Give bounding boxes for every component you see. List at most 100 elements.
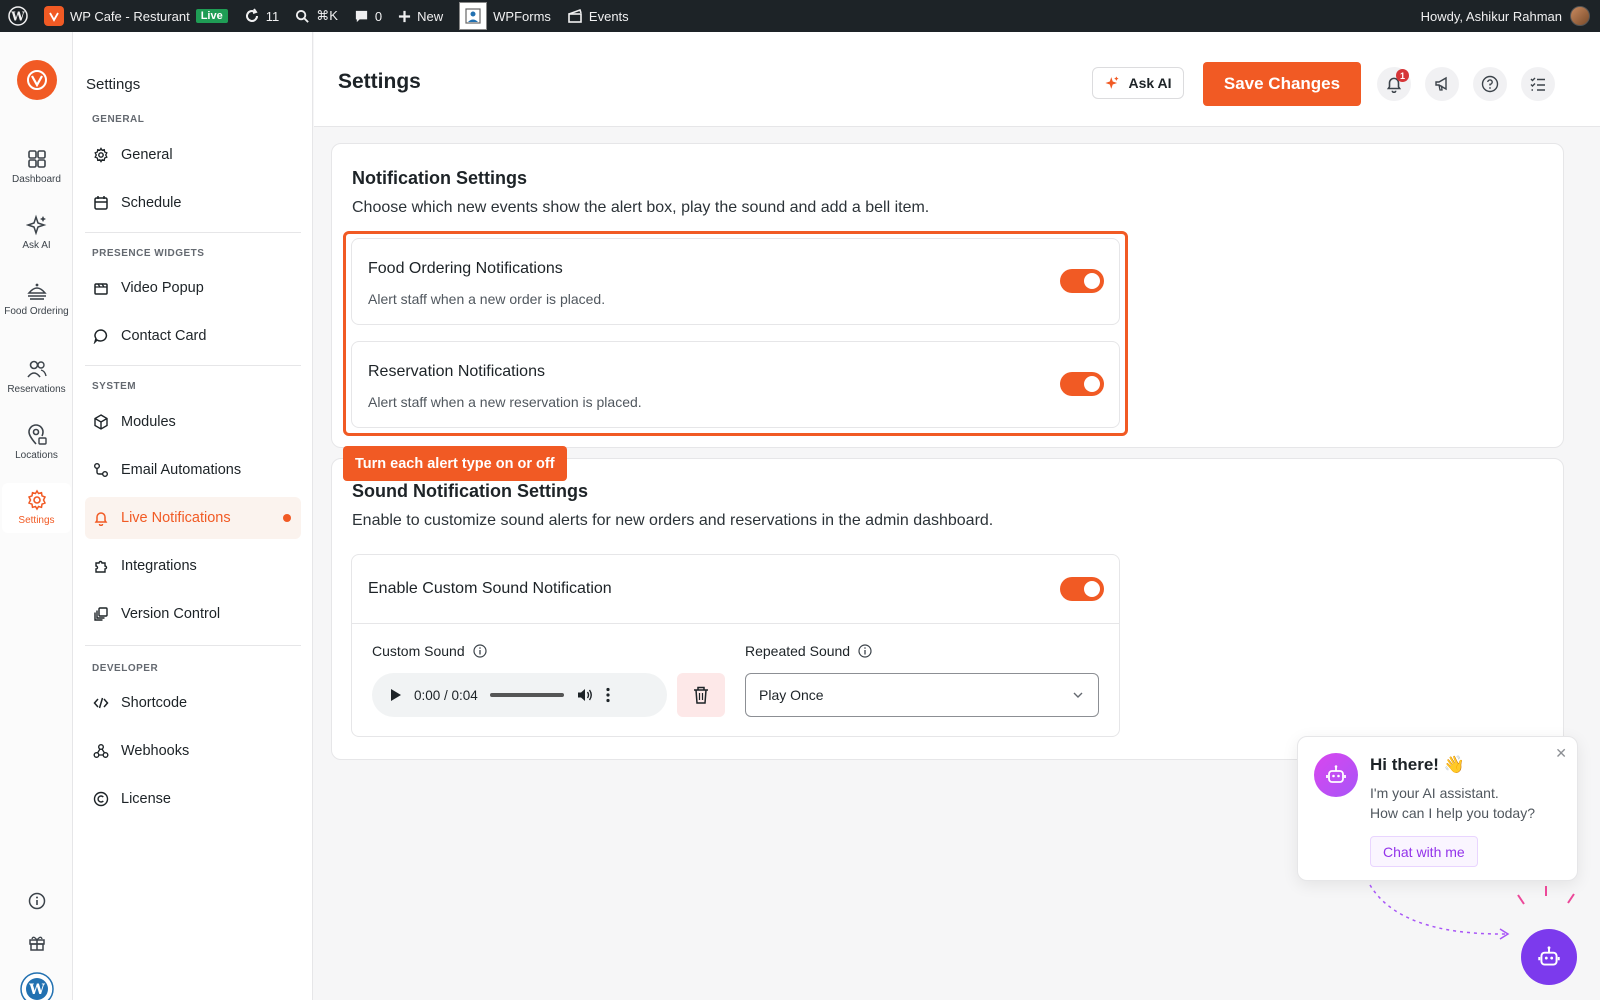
menu-item-shortcode[interactable]: Shortcode [85, 682, 301, 724]
layers-icon [94, 607, 108, 621]
audio-player: 0:00 / 0:04 [372, 673, 667, 717]
menu-item-email-automations[interactable]: Email Automations [85, 449, 301, 491]
ask-ai-button[interactable]: Ask AI [1092, 67, 1184, 99]
menu-item-license[interactable]: License [85, 778, 301, 820]
repeated-sound-select[interactable]: Play Once [745, 673, 1099, 717]
wpforms-link[interactable]: WPForms [451, 0, 559, 32]
save-changes-button[interactable]: Save Changes [1203, 62, 1361, 106]
help-button[interactable] [1473, 67, 1507, 101]
menu-group-general: GENERAL [92, 114, 145, 125]
search-link[interactable]: ⌘K [287, 0, 346, 32]
audio-progress-track[interactable] [489, 693, 564, 697]
megaphone-icon [1435, 76, 1447, 91]
play-icon[interactable] [390, 688, 402, 702]
repeated-sound-value: Play Once [759, 687, 824, 703]
account-menu[interactable]: Howdy, Ashikur Rahman [1421, 6, 1600, 26]
sparkle-icon [25, 214, 46, 236]
wpforms-label: WPForms [493, 8, 551, 24]
chat-with-me-button[interactable]: Chat with me [1370, 836, 1478, 867]
rail-item-ask-ai[interactable]: Ask AI [2, 208, 71, 258]
page-header: Settings Ask AI Save Changes 1 [314, 32, 1600, 127]
food-icon [26, 283, 47, 300]
checklist-icon [1530, 77, 1545, 91]
reservation-notifications-row: Reservation Notifications Alert staff wh… [351, 341, 1120, 428]
notification-settings-title: Notification Settings [352, 168, 527, 188]
menu-label-webhooks: Webhooks [121, 743, 190, 759]
menu-item-live-notifications[interactable]: Live Notifications [85, 497, 301, 539]
cube-icon [94, 414, 108, 430]
ai-chat-popup: Hi there! 👋 I'm your AI assistant. How c… [1297, 736, 1578, 881]
search-icon [296, 9, 310, 23]
rail-item-food-ordering[interactable]: Food Ordering [2, 274, 71, 324]
food-ordering-toggle[interactable] [1060, 269, 1104, 293]
automation-icon [94, 463, 108, 477]
wpforms-icon [459, 2, 488, 30]
chat-launcher-button[interactable] [1521, 929, 1577, 985]
wpcafe-logo-icon[interactable] [17, 60, 57, 100]
menu-label-general: General [121, 147, 173, 163]
menu-item-video-popup[interactable]: Video Popup [85, 267, 301, 309]
wordpress-logo-icon[interactable]: W [0, 0, 36, 32]
more-options-icon[interactable] [606, 687, 610, 703]
location-icon [27, 424, 47, 445]
refresh-icon [245, 8, 258, 22]
menu-item-integrations[interactable]: Integrations [85, 545, 301, 587]
enable-custom-sound-toggle[interactable] [1060, 577, 1104, 601]
chevron-down-icon [1073, 692, 1083, 698]
rail-item-dashboard[interactable]: Dashboard [2, 142, 71, 192]
puzzle-icon [95, 560, 108, 573]
custom-sound-label: Custom Sound [372, 643, 465, 659]
menu-item-general[interactable]: General [85, 134, 301, 176]
chat-title: Hi there! 👋 [1370, 755, 1465, 774]
announcements-button[interactable] [1425, 67, 1459, 101]
gift-icon[interactable] [26, 932, 48, 954]
menu-label-contact-card: Contact Card [121, 328, 207, 344]
close-icon[interactable]: ✕ [1555, 745, 1567, 762]
page-title: Settings [338, 70, 421, 93]
menu-label-shortcode: Shortcode [121, 695, 188, 711]
enable-custom-sound-label: Enable Custom Sound Notification [368, 580, 612, 597]
menu-label-schedule: Schedule [121, 195, 182, 211]
rail-item-locations[interactable]: Locations [2, 418, 71, 468]
reservation-desc: Alert staff when a new reservation is pl… [368, 394, 642, 410]
info-icon[interactable] [26, 890, 48, 912]
wordpress-icon[interactable]: W [20, 972, 54, 1000]
rail-item-settings[interactable]: Settings [2, 483, 71, 533]
menu-label-modules: Modules [121, 414, 176, 430]
reservation-title: Reservation Notifications [368, 363, 545, 380]
updates-link[interactable]: 11 [236, 0, 288, 32]
menu-label-license: License [121, 791, 171, 807]
custom-sound-label-group: Custom Sound [372, 643, 487, 659]
menu-item-contact-card[interactable]: Contact Card [85, 315, 301, 357]
notifications-button[interactable]: 1 [1377, 67, 1411, 101]
comments-link[interactable]: 0 [346, 0, 390, 32]
menu-item-version-control[interactable]: Version Control [85, 593, 301, 635]
notification-settings-subtitle: Choose which new events show the alert b… [352, 199, 930, 216]
robot-icon [1538, 946, 1560, 966]
calendar-icon [94, 196, 108, 210]
checklist-button[interactable] [1521, 67, 1555, 101]
menu-label-integrations: Integrations [121, 558, 197, 574]
menu-item-webhooks[interactable]: Webhooks [85, 730, 301, 772]
reservation-toggle[interactable] [1060, 372, 1104, 396]
info-icon[interactable] [858, 644, 872, 658]
delete-sound-button[interactable] [677, 673, 725, 717]
menu-divider [85, 232, 301, 233]
menu-item-modules[interactable]: Modules [85, 401, 301, 443]
rail-label-locations: Locations [15, 450, 58, 461]
volume-icon[interactable] [576, 687, 594, 703]
chat-bubble-icon [93, 329, 108, 344]
rail-item-reservations[interactable]: Reservations [2, 352, 71, 402]
chat-line-1: I'm your AI assistant. [1370, 785, 1499, 801]
site-name-link[interactable]: WP Cafe - Resturant Live [36, 0, 236, 32]
food-ordering-notifications-row: Food Ordering Notifications Alert staff … [351, 238, 1120, 325]
new-content-link[interactable]: New [390, 0, 451, 32]
food-ordering-desc: Alert staff when a new order is placed. [368, 291, 606, 307]
svg-text:W: W [10, 10, 25, 24]
menu-label-version-control: Version Control [121, 606, 221, 622]
events-link[interactable]: Events [559, 0, 637, 32]
info-icon[interactable] [473, 644, 487, 658]
menu-item-schedule[interactable]: Schedule [85, 182, 301, 224]
menu-divider [85, 645, 301, 646]
video-icon [94, 283, 108, 295]
